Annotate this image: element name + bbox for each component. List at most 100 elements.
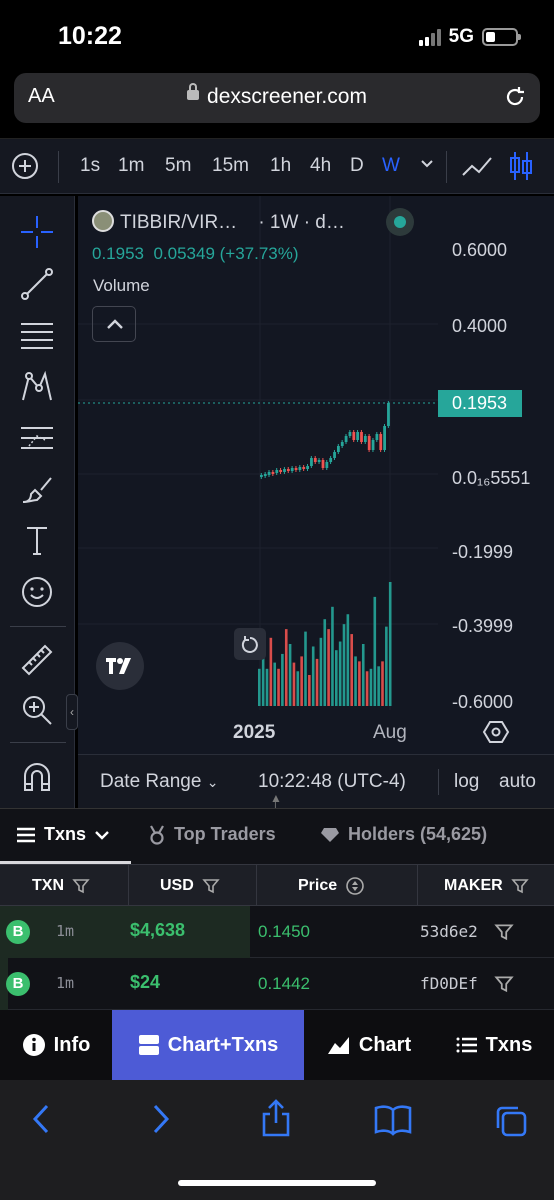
- interval-1h[interactable]: 1h: [270, 155, 291, 177]
- interval-4h[interactable]: 4h: [310, 155, 331, 177]
- volume-bar: [300, 656, 303, 706]
- magnet-tool[interactable]: [17, 758, 57, 798]
- candle-body: [348, 432, 352, 436]
- tabs-button[interactable]: [494, 1104, 528, 1143]
- candle-body: [279, 470, 283, 472]
- interval-1s[interactable]: 1s: [80, 155, 100, 177]
- interval-1m[interactable]: 1m: [118, 155, 144, 177]
- filter-icon[interactable]: [510, 877, 529, 895]
- col-maker[interactable]: MAKER: [444, 865, 529, 907]
- nav-info[interactable]: Info: [0, 1010, 112, 1080]
- collapse-toolbar-button[interactable]: ‹: [66, 694, 78, 730]
- tab-holders[interactable]: Holders (54,625): [320, 824, 487, 845]
- maker-filter-button[interactable]: [494, 974, 514, 999]
- add-indicator-button[interactable]: [10, 151, 40, 187]
- sort-toggle-icon[interactable]: [345, 876, 365, 896]
- trend-line-tool[interactable]: [17, 264, 57, 304]
- tab-holders-label: Holders (54,625): [348, 824, 488, 844]
- filter-icon[interactable]: [72, 877, 90, 895]
- bookmarks-button[interactable]: [374, 1104, 412, 1141]
- lock-icon: [187, 83, 200, 101]
- candle-body: [298, 467, 302, 470]
- line-chart-icon: [462, 157, 492, 176]
- filter-icon: [494, 976, 514, 993]
- col-txn[interactable]: TXN: [32, 865, 90, 907]
- pattern-tool[interactable]: [17, 366, 57, 406]
- split-view-icon: [138, 1035, 159, 1055]
- date-range-button[interactable]: Date Range ⌄: [100, 771, 218, 793]
- table-row[interactable]: B 1m $24 0.1442 fD0DEf: [0, 958, 554, 1010]
- volume-bar: [346, 614, 350, 706]
- zoom-tool[interactable]: [17, 690, 57, 730]
- txn-usd: $4,638: [130, 920, 186, 940]
- brush-tool[interactable]: [17, 470, 57, 510]
- volume-bar: [319, 637, 323, 706]
- current-price-label: 0.1953: [438, 390, 522, 417]
- candle-body: [321, 460, 325, 468]
- interval-5m[interactable]: 5m: [165, 155, 191, 177]
- candle-body: [290, 468, 294, 471]
- measure-tool[interactable]: [17, 640, 57, 680]
- chart-settings-button[interactable]: [482, 718, 510, 751]
- url-field[interactable]: dexscreener.com: [14, 83, 540, 109]
- volume-bar: [335, 650, 338, 706]
- col-price-label: Price: [298, 877, 338, 894]
- chevron-down-icon: [95, 830, 109, 840]
- volume-bar: [388, 582, 392, 706]
- candle-body: [283, 469, 286, 472]
- price-axis-label: -0.6000: [452, 692, 514, 710]
- txn-maker[interactable]: fD0DEf: [420, 974, 478, 993]
- time-axis[interactable]: 2025 Aug: [78, 710, 554, 754]
- nav-txns[interactable]: Txns: [434, 1010, 554, 1080]
- txn-maker[interactable]: 53d6e2: [420, 922, 478, 941]
- text-tool[interactable]: [17, 520, 57, 560]
- table-row[interactable]: B 1m $4,638 0.1450 53d6e2: [0, 906, 554, 958]
- col-usd[interactable]: USD: [160, 865, 220, 907]
- forward-button[interactable]: [146, 1102, 174, 1141]
- reload-button[interactable]: [502, 84, 528, 115]
- interval-15m[interactable]: 15m: [212, 155, 249, 177]
- menu-icon: [17, 827, 35, 842]
- back-button[interactable]: [28, 1102, 56, 1141]
- emoji-tool[interactable]: [17, 572, 57, 612]
- tab-txns[interactable]: Txns: [16, 824, 110, 845]
- fib-tool[interactable]: [17, 316, 57, 356]
- interval-d[interactable]: D: [350, 155, 364, 177]
- area-chart-icon: [327, 1037, 349, 1054]
- drawing-toolbar: [0, 196, 75, 808]
- share-button[interactable]: [260, 1098, 292, 1143]
- address-bar[interactable]: AA dexscreener.com: [14, 73, 540, 123]
- chevron-right-icon: [153, 1104, 170, 1134]
- nav-chart[interactable]: Chart: [304, 1010, 434, 1080]
- col-txn-label: TXN: [32, 877, 64, 894]
- nav-info-label: Info: [53, 1033, 91, 1056]
- nav-txns-label: Txns: [485, 1033, 533, 1056]
- filter-icon[interactable]: [202, 877, 220, 895]
- line-chart-button[interactable]: [460, 151, 494, 187]
- tradingview-logo[interactable]: [96, 642, 144, 690]
- col-price[interactable]: Price: [298, 865, 365, 907]
- tab-top-traders[interactable]: Top Traders: [148, 824, 276, 845]
- candle-body: [325, 462, 329, 468]
- txns-table-header: TXN USD Price MAKER: [0, 864, 554, 907]
- candle-chart-button[interactable]: [508, 149, 534, 189]
- nav-chart-txns[interactable]: Chart+Txns: [112, 1010, 304, 1080]
- price-chart[interactable]: TIBBIR/VIR… · 1W · d… 0.1953 0.05349 (+3…: [78, 196, 554, 754]
- crosshair-icon: [21, 216, 53, 248]
- log-scale-toggle[interactable]: log: [454, 771, 479, 793]
- pair-legend[interactable]: TIBBIR/VIR… · 1W · d…: [92, 210, 345, 234]
- maker-filter-button[interactable]: [494, 922, 514, 947]
- signal-icon: [418, 28, 441, 46]
- clock-display[interactable]: 10:22:48 (UTC-4): [258, 771, 406, 793]
- candle-body: [333, 452, 336, 458]
- interval-w[interactable]: W: [382, 155, 400, 177]
- crosshair-tool[interactable]: [17, 212, 57, 252]
- forecast-tool[interactable]: [17, 418, 57, 458]
- candle-body: [302, 467, 306, 469]
- chart-toolbar: 1s 1m 5m 15m 1h 4h D W: [0, 138, 554, 194]
- price-axis-label: -0.3999: [452, 616, 514, 636]
- reset-chart-button[interactable]: [234, 628, 266, 660]
- interval-dropdown[interactable]: [420, 153, 434, 179]
- auto-scale-toggle[interactable]: auto: [499, 771, 536, 793]
- collapse-legend-button[interactable]: [92, 306, 136, 342]
